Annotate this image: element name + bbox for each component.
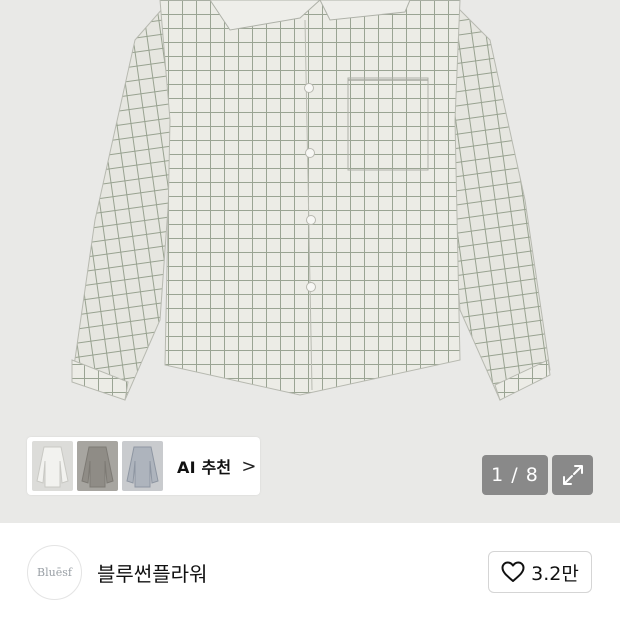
like-count: 3.2만 (531, 562, 579, 585)
white-shirt-thumb[interactable] (32, 441, 73, 491)
image-counter: 1 / 8 (482, 455, 548, 495)
like-button[interactable]: 3.2만 (488, 551, 592, 593)
store-name[interactable]: 블루썬플라워 (97, 558, 207, 587)
expand-icon (562, 465, 583, 485)
store-logo[interactable]: Bluēsf (27, 545, 82, 600)
product-image[interactable]: AI 추천 > 1 / 8 (0, 0, 620, 523)
ai-recommend-label: AI 추천 (177, 458, 232, 477)
gray-shirt-thumb[interactable] (77, 441, 118, 491)
heart-icon (501, 561, 525, 582)
expand-button[interactable] (552, 455, 593, 495)
chevron-right-icon: > (241, 455, 257, 477)
ai-recommend-panel[interactable]: AI 추천 > (27, 437, 260, 495)
blue-check-shirt-thumb[interactable] (122, 441, 163, 491)
